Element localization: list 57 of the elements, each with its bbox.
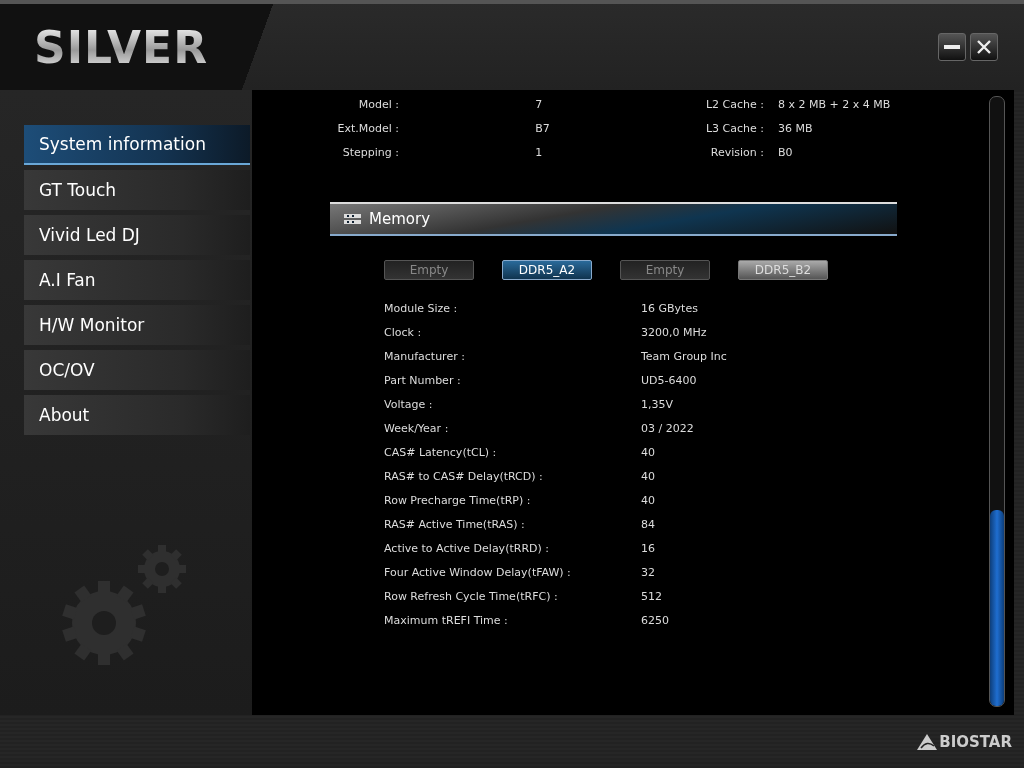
scrollbar-thumb[interactable] — [990, 510, 1004, 706]
sidebar-item[interactable]: A.I Fan — [24, 260, 250, 300]
field-label: Clock : — [384, 325, 423, 341]
field-value: 1,35V — [641, 397, 675, 413]
minimize-icon — [944, 45, 960, 49]
field-value: 16 GBytes — [641, 301, 699, 317]
field-value: 512 — [641, 589, 663, 605]
field-value: Team Group Inc — [641, 349, 728, 365]
field-value: 84 — [641, 517, 656, 533]
star-peak-icon — [917, 733, 938, 750]
field-label: Row Refresh Cycle Time(tRFC) : — [384, 589, 559, 605]
field-value: B0 — [778, 145, 794, 161]
field-value: 7 — [535, 97, 544, 113]
field-value: 40 — [641, 445, 656, 461]
field-label: Model : — [357, 97, 399, 113]
memory-slot-tab[interactable]: DDR5_A2 — [502, 260, 592, 280]
field-value: 3200,0 MHz — [641, 325, 708, 341]
brand-name: BIOSTAR — [939, 732, 1012, 751]
field-value: B7 — [535, 121, 551, 137]
sidebar-item[interactable]: Vivid Led DJ — [24, 215, 250, 255]
sidebar-item[interactable]: System information — [24, 125, 250, 165]
field-value: 40 — [641, 469, 656, 485]
field-label: RAS# Active Time(tRAS) : — [384, 517, 526, 533]
close-icon — [976, 39, 992, 55]
field-label: Maximum tREFI Time : — [384, 613, 509, 629]
field-label: Stepping : — [341, 145, 399, 161]
field-value: UD5-6400 — [641, 373, 698, 389]
field-label: Active to Active Delay(tRRD) : — [384, 541, 550, 557]
field-label: Week/Year : — [384, 421, 450, 437]
field-value: 03 / 2022 — [641, 421, 695, 437]
field-label: Manufacturer : — [384, 349, 466, 365]
field-value: 6250 — [641, 613, 670, 629]
sidebar-item[interactable]: GT Touch — [24, 170, 250, 210]
field-value: 16 — [641, 541, 656, 557]
field-value: 36 MB — [778, 121, 814, 137]
field-label: Revision : — [709, 145, 764, 161]
field-label: L2 Cache : — [704, 97, 764, 113]
field-value: 8 x 2 MB + 2 x 4 MB — [778, 97, 891, 113]
field-label: Part Number : — [384, 373, 462, 389]
field-label: L3 Cache : — [704, 121, 764, 137]
minimize-button[interactable] — [938, 33, 966, 61]
section-title: Memory — [369, 210, 430, 228]
field-label: Module Size : — [384, 301, 459, 317]
field-label: Four Active Window Delay(tFAW) : — [384, 565, 572, 581]
field-label: Ext.Model : — [336, 121, 399, 137]
close-button[interactable] — [970, 33, 998, 61]
sidebar-item[interactable]: H/W Monitor — [24, 305, 250, 345]
field-label: CAS# Latency(tCL) : — [384, 445, 498, 461]
field-label: RAS# to CAS# Delay(tRCD) : — [384, 469, 544, 485]
field-value: 40 — [641, 493, 656, 509]
scrollbar[interactable] — [989, 96, 1005, 707]
field-label: Row Precharge Time(tRP) : — [384, 493, 532, 509]
field-value: 1 — [535, 145, 544, 161]
field-label: Voltage : — [384, 397, 434, 413]
memory-module-icon — [344, 213, 361, 225]
sidebar-item[interactable]: OC/OV — [24, 350, 250, 390]
field-value: 32 — [641, 565, 656, 581]
